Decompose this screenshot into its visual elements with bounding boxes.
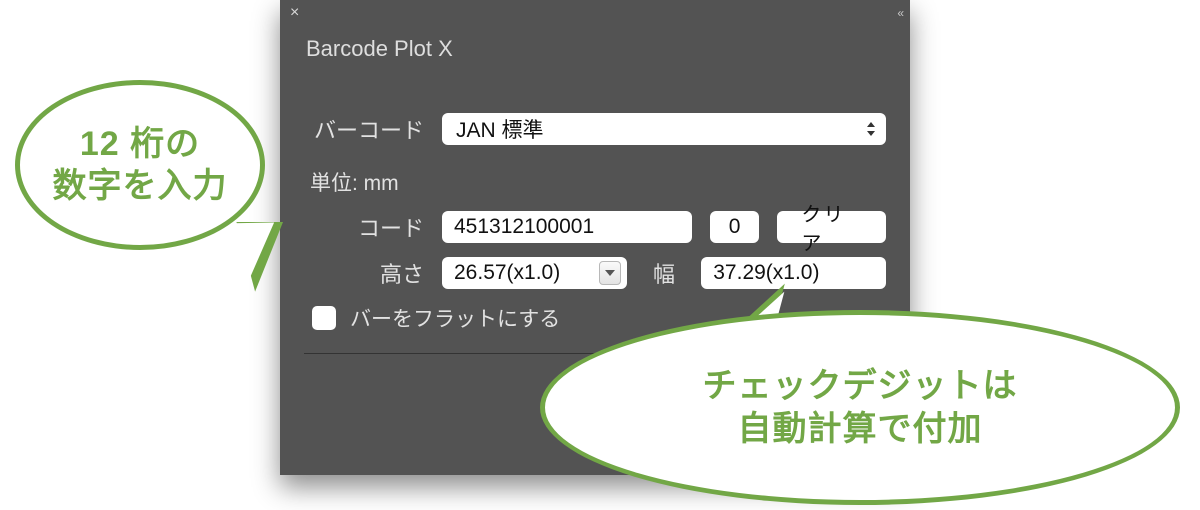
code-input[interactable]: 451312100001 [442,211,692,243]
close-icon[interactable]: × [290,5,299,21]
callout-input-digits: 12 桁の 数字を入力 [15,80,265,250]
height-label: 高さ [356,257,424,289]
panel-tabs: Barcode Plot X [280,25,910,75]
callout-input-digits-text: 12 桁の 数字を入力 [53,123,228,208]
code-value: 451312100001 [454,215,594,239]
chevron-down-icon [599,261,621,285]
height-select[interactable]: 26.57(x1.0) [442,257,627,289]
callout-check-digit-text: チェックデジットは 自動計算で付加 [703,365,1018,450]
height-value: 26.57(x1.0) [454,261,560,285]
flat-bars-label: バーをフラットにする [350,303,560,333]
barcode-type-value: JAN 標準 [456,114,544,144]
check-digit-value: 0 [729,215,741,239]
width-label: 幅 [645,257,684,289]
width-select[interactable]: 37.29(x1.0) [701,257,886,289]
unit-label: 単位: mm [310,167,886,197]
callout-check-digit: チェックデジットは 自動計算で付加 [540,310,1180,505]
updown-icon [866,122,876,136]
panel-titlebar: × « [280,0,910,25]
collapse-icon[interactable]: « [897,6,900,20]
clear-button-label: クリア [801,198,862,256]
barcode-type-select[interactable]: JAN 標準 [442,113,886,145]
tab-barcode-plot-x[interactable]: Barcode Plot X [288,26,471,76]
barcode-type-label: バーコード [304,113,424,145]
code-label: コード [304,211,424,243]
check-digit-field: 0 [710,211,760,243]
clear-button[interactable]: クリア [777,211,886,243]
flat-bars-checkbox[interactable] [312,306,336,330]
